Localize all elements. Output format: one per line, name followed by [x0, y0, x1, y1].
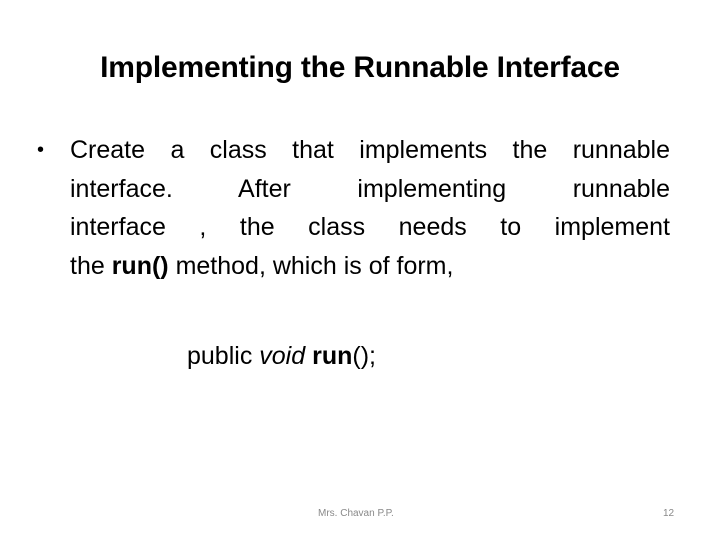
slide-title: Implementing the Runnable Interface	[100, 51, 620, 84]
bullet-text-prefix: the	[70, 251, 112, 280]
bullet-text-line-1: Create a class that implements the runna…	[70, 136, 670, 164]
signature-params: ();	[352, 342, 376, 370]
run-method-name: run()	[111, 251, 169, 280]
slide: Implementing the Runnable Interface • Cr…	[0, 0, 720, 540]
bullet-text-line-2: interface. After implementing runnable	[70, 174, 670, 203]
page-number: 12	[663, 508, 675, 519]
bullet-item: • Create a class that implements the run…	[37, 131, 670, 286]
signature-return-type: void	[259, 342, 306, 370]
footer-author: Mrs. Chavan P.P.	[318, 508, 394, 519]
signature-modifier: public	[187, 342, 260, 370]
bullet-text-line-3: interface , the class needs to implement	[70, 213, 670, 241]
bullet-text-suffix: method, which is of form,	[168, 251, 454, 280]
bullet-marker: •	[37, 139, 45, 161]
bullet-text-line-4: the run() method, which is of form,	[70, 247, 670, 286]
method-signature: public void run();	[187, 338, 376, 374]
signature-method-name: run	[312, 342, 353, 370]
